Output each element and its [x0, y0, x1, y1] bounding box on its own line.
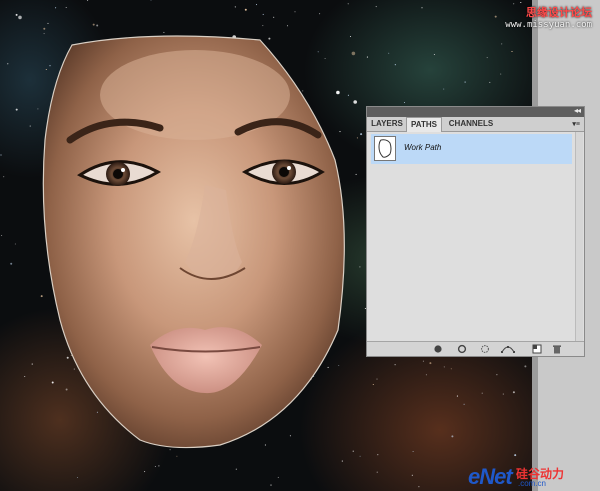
make-work-path-icon[interactable]: [501, 344, 515, 354]
panel-menu-icon[interactable]: ▾≡: [572, 120, 580, 128]
panel-titlebar[interactable]: ◂◂: [367, 106, 584, 117]
watermark-site: 思缘设计论坛 www.missyuan.com: [505, 4, 592, 30]
panel-tabs: LAYERS PATHS CHANNELS ▾≡: [367, 117, 584, 132]
watermark-logo-net: Net: [479, 464, 512, 489]
tab-paths[interactable]: PATHS: [406, 117, 442, 132]
watermark-logo-url: .com.cn: [518, 479, 547, 488]
panel-footer: [367, 341, 584, 356]
path-item-work-path[interactable]: Work Path: [371, 134, 572, 164]
tab-layers[interactable]: LAYERS: [369, 117, 405, 131]
load-as-selection-icon[interactable]: [480, 344, 490, 354]
stroke-path-icon[interactable]: [457, 344, 467, 354]
path-thumbnail-icon: [374, 136, 396, 161]
watermark-logo-e: e: [468, 464, 480, 489]
watermark-title: 思缘设计论坛: [526, 7, 592, 19]
watermark-url: www.missyuan.com: [505, 20, 592, 30]
path-label: Work Path: [404, 143, 442, 152]
paths-panel[interactable]: ◂◂ LAYERS PATHS CHANNELS ▾≡ Work Path: [366, 106, 585, 357]
new-path-icon[interactable]: [532, 344, 542, 354]
panel-scrollbar[interactable]: [575, 132, 583, 342]
fill-path-icon[interactable]: [433, 344, 443, 354]
tab-channels[interactable]: CHANNELS: [444, 117, 498, 131]
double-chevron-icon[interactable]: ◂◂: [574, 106, 581, 116]
delete-path-icon[interactable]: [552, 344, 562, 354]
watermark-logo: eNet 硅谷动力 .com.cn: [468, 464, 564, 490]
